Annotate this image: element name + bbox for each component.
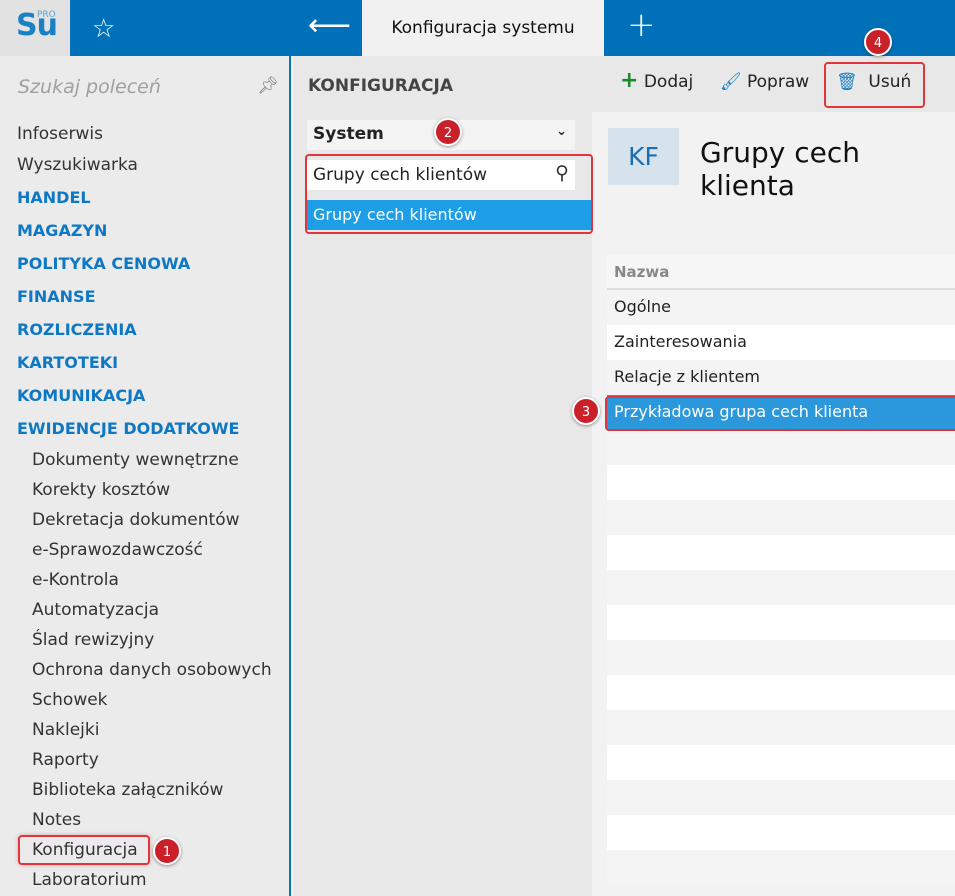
- tab-konfiguracja-systemu[interactable]: Konfiguracja systemu: [362, 0, 604, 56]
- sidebar: Szukaj poleceń 📌︎ Infoserwis Wyszukiwarka…: [0, 56, 291, 896]
- command-search-input[interactable]: Szukaj poleceń: [18, 76, 161, 98]
- sidebar-subitem[interactable]: Notes: [32, 810, 81, 830]
- annotation-badge-1: 1: [153, 837, 181, 865]
- sidebar-subitem[interactable]: Korekty kosztów: [32, 480, 170, 500]
- pin-icon[interactable]: 📌︎: [257, 76, 279, 96]
- chevron-down-icon: ⌄: [556, 124, 567, 139]
- new-tab-plus-icon[interactable]: +: [627, 5, 656, 45]
- sidebar-item[interactable]: Wyszukiwarka: [17, 155, 138, 175]
- highlight-filter: [305, 154, 593, 234]
- table-row[interactable]: [607, 605, 955, 640]
- sidebar-section[interactable]: MAGAZYN: [17, 221, 107, 240]
- sidebar-item[interactable]: Infoserwis: [17, 124, 103, 144]
- table-row[interactable]: [607, 710, 955, 745]
- sidebar-subitem[interactable]: Dekretacja dokumentów: [32, 510, 240, 530]
- logo-sup: PRO: [37, 10, 56, 20]
- plus-icon: +: [620, 68, 639, 93]
- sidebar-section[interactable]: EWIDENCJE DODATKOWE: [17, 419, 239, 438]
- sidebar-subitem[interactable]: e-Kontrola: [32, 570, 119, 590]
- brush-icon: 🖌︎: [720, 72, 742, 92]
- annotation-badge-2: 2: [434, 118, 462, 146]
- sidebar-subitem[interactable]: Dokumenty wewnętrzne: [32, 450, 239, 470]
- sidebar-section[interactable]: ROZLICZENIA: [17, 320, 137, 339]
- sidebar-subitem[interactable]: Ślad rewizyjny: [32, 630, 154, 650]
- column-header-nazwa[interactable]: Nazwa: [607, 255, 955, 290]
- sidebar-subitem[interactable]: Raporty: [32, 750, 99, 770]
- sidebar-subitem[interactable]: Laboratorium: [32, 870, 147, 890]
- table-row[interactable]: [607, 430, 955, 465]
- table-row[interactable]: [607, 535, 955, 570]
- table-row[interactable]: Relacje z klientem: [607, 360, 955, 395]
- sidebar-section[interactable]: FINANSE: [17, 287, 96, 306]
- table-row[interactable]: [607, 465, 955, 500]
- highlight-row: [605, 396, 955, 431]
- section-badge: KF: [608, 128, 679, 185]
- sidebar-subitem[interactable]: e-Sprawozdawczość: [32, 540, 203, 560]
- sidebar-section[interactable]: KOMUNIKACJA: [17, 386, 145, 405]
- table-row[interactable]: [607, 780, 955, 815]
- table-row[interactable]: [607, 850, 955, 885]
- table-row[interactable]: [607, 745, 955, 780]
- sidebar-section[interactable]: POLITYKA CENOWA: [17, 254, 190, 273]
- sidebar-section[interactable]: KARTOTEKI: [17, 353, 118, 372]
- table-row[interactable]: [607, 570, 955, 605]
- annotation-badge-3: 3: [572, 397, 600, 425]
- sidebar-subitem[interactable]: Naklejki: [32, 720, 99, 740]
- add-label: Dodaj: [643, 72, 694, 92]
- sidebar-subitem[interactable]: Ochrona danych osobowych: [32, 660, 272, 680]
- highlight-konfiguracja: [18, 835, 150, 865]
- sidebar-subitem[interactable]: Biblioteka załączników: [32, 780, 223, 800]
- add-button[interactable]: + Dodaj: [620, 70, 694, 93]
- config-title: KONFIGURACJA: [308, 76, 453, 96]
- back-arrow-icon[interactable]: ⟵: [308, 8, 351, 43]
- table-row[interactable]: Ogólne: [607, 290, 955, 325]
- table-row[interactable]: [607, 500, 955, 535]
- module-select-value: System: [313, 124, 384, 144]
- page-title: Grupy cech klienta: [700, 136, 860, 202]
- highlight-delete: [824, 62, 925, 108]
- table-row[interactable]: [607, 815, 955, 850]
- table-row[interactable]: Zainteresowania: [607, 325, 955, 360]
- favorites-star-icon[interactable]: ☆: [92, 14, 115, 44]
- edit-label: Popraw: [747, 72, 810, 92]
- annotation-badge-4: 4: [864, 28, 892, 56]
- edit-button[interactable]: 🖌︎ Popraw: [720, 72, 809, 92]
- table-row[interactable]: [607, 640, 955, 675]
- sidebar-section[interactable]: HANDEL: [17, 188, 91, 207]
- table-row[interactable]: [607, 675, 955, 710]
- groups-table: Nazwa Ogólne Zainteresowania Relacje z kli…: [607, 255, 955, 885]
- app-logo: Su PRO: [0, 0, 70, 56]
- sidebar-subitem[interactable]: Automatyzacja: [32, 600, 159, 620]
- sidebar-subitem[interactable]: Schowek: [32, 690, 108, 710]
